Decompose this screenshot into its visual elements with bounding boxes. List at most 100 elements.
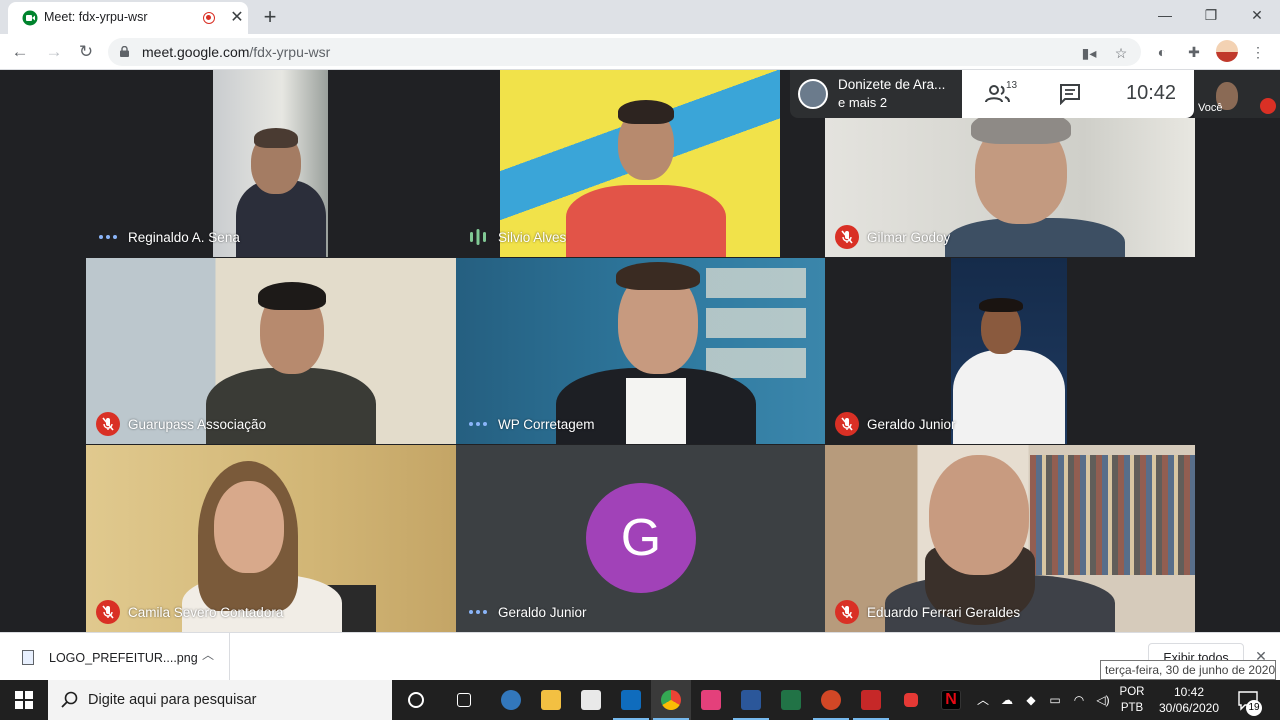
self-view-tile[interactable]: Você xyxy=(1194,70,1280,118)
search-icon xyxy=(61,691,78,708)
shield-app-icon[interactable] xyxy=(851,680,891,720)
lang-code: POR xyxy=(1119,686,1145,698)
muted-mic-icon xyxy=(96,600,120,624)
participant-tile[interactable]: WP Corretagem xyxy=(456,258,825,444)
search-placeholder: Digite aqui para pesquisar xyxy=(88,692,257,708)
notification-badge: 19 xyxy=(1246,700,1262,716)
muted-mic-icon xyxy=(96,412,120,436)
wifi-icon[interactable]: ◠ xyxy=(1070,692,1088,708)
participant-name: Camila Severo Contadora xyxy=(128,605,284,620)
task-view-icon[interactable] xyxy=(444,680,484,720)
browser-tab-strip: Meet: fdx-yrpu-wsr ✕ + — ❐ ✕ xyxy=(0,0,1280,34)
presenter-more: e mais 2 xyxy=(838,95,888,110)
participant-tile[interactable]: G Geraldo Junior xyxy=(456,445,825,632)
extensions-puzzle-icon[interactable]: ✚ xyxy=(1184,42,1204,62)
battery-icon[interactable]: ▭ xyxy=(1046,692,1064,708)
muted-mic-icon xyxy=(835,600,859,624)
edge-icon[interactable] xyxy=(491,680,531,720)
taskbar-search-box[interactable]: Digite aqui para pesquisar xyxy=(48,680,392,720)
participant-tile[interactable]: Reginaldo A. Sena xyxy=(86,70,456,257)
netflix-icon[interactable]: N xyxy=(931,680,971,720)
browser-toolbar: ← → ↻ meet.google.com/fdx-yrpu-wsr ▮◂ ☆ … xyxy=(0,34,1280,70)
onedrive-icon[interactable]: ☁ xyxy=(998,692,1016,708)
chat-icon[interactable] xyxy=(1058,83,1082,105)
presenting-chip[interactable]: Donizete de Ara... e mais 2 xyxy=(790,70,962,118)
recording-icon xyxy=(203,12,215,24)
audio-level-icon xyxy=(466,225,490,249)
participant-name: Reginaldo A. Sena xyxy=(128,230,240,245)
chrome-icon[interactable] xyxy=(651,680,691,720)
participant-name: Silvio Alves xyxy=(498,230,567,245)
download-file-name: LOGO_PREFEITUR....png xyxy=(49,651,198,665)
outlook-icon[interactable] xyxy=(611,680,651,720)
camera-icon[interactable]: ▮◂ xyxy=(1080,44,1098,62)
participant-tile[interactable]: Guarupass Associação xyxy=(86,258,456,444)
meet-info-bar: 13 10:42 xyxy=(962,70,1194,118)
participant-name: WP Corretagem xyxy=(498,417,595,432)
chevron-up-icon[interactable]: ︿ xyxy=(200,647,216,663)
tab-title: Meet: fdx-yrpu-wsr xyxy=(44,10,148,24)
extension-circle-icon[interactable]: ◐ xyxy=(1152,42,1172,62)
new-tab-button[interactable]: + xyxy=(258,5,282,29)
speaking-indicator-icon xyxy=(466,412,490,436)
forward-arrow-icon[interactable]: → xyxy=(42,40,66,64)
clock-date: 30/06/2020 xyxy=(1158,701,1220,715)
minimize-button[interactable]: — xyxy=(1142,4,1188,28)
tab-close-button[interactable]: ✕ xyxy=(228,9,246,27)
muted-mic-icon xyxy=(835,225,859,249)
windows-start-icon[interactable] xyxy=(0,680,48,720)
file-explorer-icon[interactable] xyxy=(531,680,571,720)
participant-name: Geraldo Junior xyxy=(498,605,587,620)
muted-mic-icon xyxy=(1260,98,1276,114)
url-text: meet.google.com/fdx-yrpu-wsr xyxy=(142,44,330,60)
participant-name: Geraldo Junior xyxy=(867,417,956,432)
download-shelf: LOGO_PREFEITUR....png ︿ Exibir todos ✕ xyxy=(0,632,1280,681)
self-label: Você xyxy=(1198,102,1223,114)
word-icon[interactable] xyxy=(731,680,771,720)
chevron-up-icon[interactable]: ︿ xyxy=(974,692,992,708)
participant-tile[interactable]: Camila Severo Contadora xyxy=(86,445,456,632)
speaking-indicator-icon xyxy=(96,225,120,249)
recorder-icon[interactable] xyxy=(891,680,931,720)
close-window-button[interactable]: ✕ xyxy=(1234,4,1280,28)
muted-mic-icon xyxy=(835,412,859,436)
volume-icon[interactable]: ◁) xyxy=(1094,692,1112,708)
back-arrow-icon[interactable]: ← xyxy=(8,40,32,64)
bookmark-star-icon[interactable]: ☆ xyxy=(1112,44,1130,62)
windows-taskbar: Digite aqui para pesquisar N ︿ ☁ ◆ ▭ ◠ ◁… xyxy=(0,680,1280,720)
speaking-indicator-icon xyxy=(466,600,490,624)
dropbox-icon[interactable]: ◆ xyxy=(1022,692,1040,708)
profile-avatar[interactable] xyxy=(1216,40,1238,62)
menu-kebab-icon[interactable]: ⋮ xyxy=(1248,42,1268,62)
presenter-name: Donizete de Ara... xyxy=(838,77,946,92)
participant-tile[interactable]: Eduardo Ferrari Geraldes xyxy=(825,445,1195,632)
meet-favicon-icon xyxy=(22,10,38,26)
input-language[interactable]: POR PTB xyxy=(1118,684,1146,716)
participant-name: Gilmar Godoy xyxy=(867,230,951,245)
app-dollar-icon[interactable] xyxy=(691,680,731,720)
date-tooltip: terça-feira, 30 de junho de 2020 xyxy=(1100,660,1276,680)
keyboard-layout: PTB xyxy=(1120,702,1144,714)
participant-tile[interactable]: Geraldo Junior xyxy=(825,258,1195,444)
browser-tab[interactable]: Meet: fdx-yrpu-wsr ✕ xyxy=(8,2,248,34)
clock-time: 10:42 xyxy=(1173,685,1205,699)
meet-video-grid: Reginaldo A. Sena Silvio Alves Gilmar Go… xyxy=(0,70,1280,632)
system-clock[interactable]: 10:42 30/06/2020 xyxy=(1152,684,1226,716)
restore-button[interactable]: ❐ xyxy=(1188,4,1234,28)
powerpoint-icon[interactable] xyxy=(811,680,851,720)
reload-icon[interactable]: ↻ xyxy=(74,40,98,64)
download-item[interactable]: LOGO_PREFEITUR....png ︿ xyxy=(0,633,230,681)
participant-avatar: G xyxy=(586,483,696,593)
participant-count: 13 xyxy=(1006,80,1018,91)
store-icon[interactable] xyxy=(571,680,611,720)
meeting-clock: 10:42 xyxy=(1126,82,1177,104)
cortana-icon[interactable] xyxy=(396,680,436,720)
address-bar[interactable]: meet.google.com/fdx-yrpu-wsr ▮◂ ☆ xyxy=(108,38,1141,66)
participant-name: Eduardo Ferrari Geraldes xyxy=(867,605,1021,620)
excel-icon[interactable] xyxy=(771,680,811,720)
url-path: /fdx-yrpu-wsr xyxy=(249,44,331,60)
participant-tile[interactable]: Gilmar Godoy xyxy=(825,118,1195,257)
participant-name: Guarupass Associação xyxy=(128,417,267,432)
url-host: meet.google.com xyxy=(142,44,250,60)
participant-tile[interactable]: Silvio Alves xyxy=(456,70,825,257)
